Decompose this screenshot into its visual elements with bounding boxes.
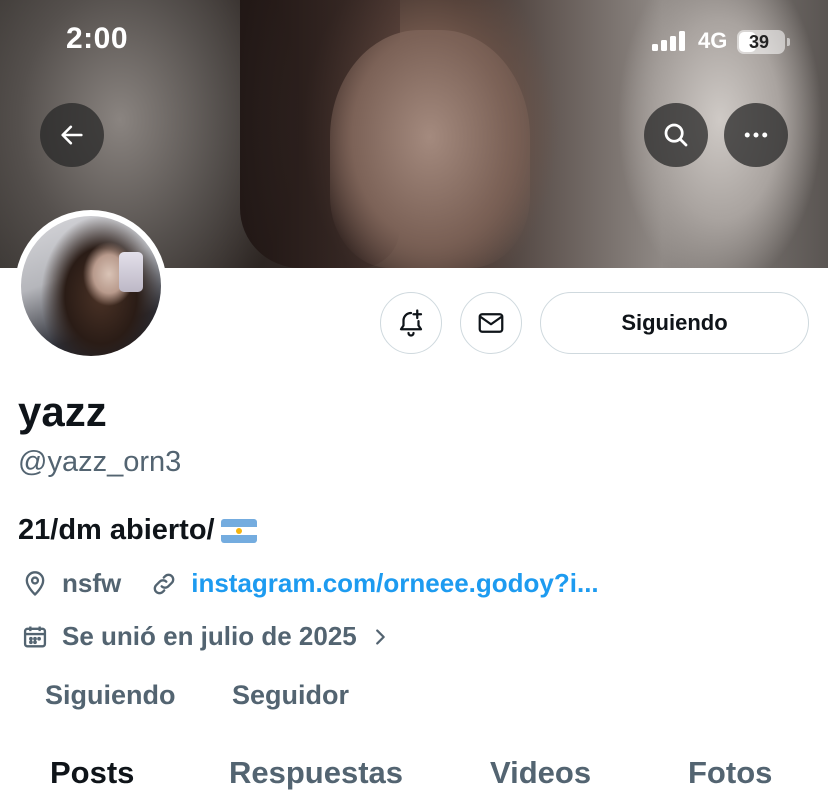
tab-videos[interactable]: Videos: [490, 755, 591, 791]
message-button[interactable]: [460, 292, 522, 354]
link-icon: [149, 569, 179, 599]
bio-text: 21/dm abierto/: [18, 514, 215, 546]
more-horizontal-icon: [744, 132, 768, 138]
profile-bio: 21/dm abierto/: [18, 514, 257, 547]
calendar-icon: [20, 622, 50, 652]
network-type: 4G: [698, 28, 728, 53]
profile-handle: @yazz_orn3: [18, 446, 182, 478]
location-text: nsfw: [62, 568, 122, 598]
tab-posts[interactable]: Posts: [50, 755, 134, 791]
envelope-icon: [478, 313, 504, 333]
search-button[interactable]: [644, 103, 708, 167]
location-pin-icon: [20, 569, 50, 599]
argentina-flag-icon: [220, 518, 257, 543]
avatar[interactable]: [15, 210, 167, 362]
back-button[interactable]: [40, 103, 104, 167]
search-icon: [664, 123, 688, 147]
status-bar: 2:00 4G 39: [0, 0, 828, 84]
joined-text: Se unió en julio de 2025: [62, 621, 357, 651]
following-count-link[interactable]: Siguiendo: [45, 680, 176, 711]
avatar-phone-shape: [119, 252, 143, 292]
profile-meta-row: nsfw instagram.com/orneee.godoy?i...: [20, 568, 599, 599]
notifications-button[interactable]: [380, 292, 442, 354]
bell-plus-icon: [399, 309, 423, 337]
battery-nub: [787, 38, 790, 46]
chevron-right-icon: [365, 622, 395, 652]
followers-count-link[interactable]: Seguidor: [232, 680, 349, 711]
website-link[interactable]: instagram.com/orneee.godoy?i...: [191, 568, 598, 599]
battery-icon: 39: [737, 30, 790, 54]
joined-row[interactable]: Se unió en julio de 2025: [20, 621, 395, 652]
status-time: 2:00: [66, 22, 129, 55]
battery-percent: 39: [748, 32, 770, 52]
tab-photos[interactable]: Fotos: [688, 755, 772, 791]
following-button[interactable]: Siguiendo: [540, 292, 809, 354]
tab-replies[interactable]: Respuestas: [229, 755, 403, 791]
display-name: yazz: [18, 388, 107, 435]
arrow-left-icon: [61, 125, 83, 145]
avatar-image: [21, 216, 161, 356]
cellular-signal-icon: [652, 31, 690, 51]
more-options-button[interactable]: [724, 103, 788, 167]
